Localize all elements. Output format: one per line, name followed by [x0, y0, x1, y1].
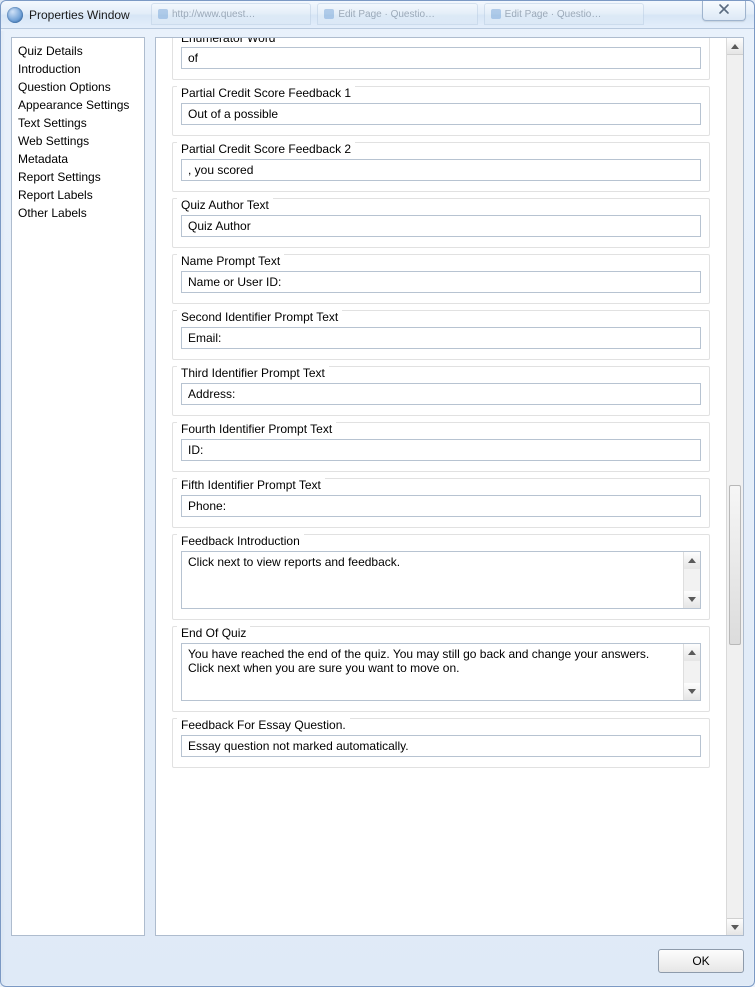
close-button[interactable] — [702, 1, 746, 21]
partial-credit-1-input[interactable] — [181, 103, 701, 125]
sidebar-item-appearance-settings[interactable]: Appearance Settings — [12, 96, 144, 114]
field-enumerator-word: Enumerator Word — [172, 38, 710, 80]
form-scroll-area: Enumerator Word Partial Credit Score Fee… — [156, 38, 726, 935]
main-panel: Enumerator Word Partial Credit Score Fee… — [155, 37, 744, 936]
scroll-up-button[interactable] — [727, 38, 743, 55]
field-label: Enumerator Word — [177, 38, 279, 45]
field-end-of-quiz: End Of Quiz — [172, 626, 710, 712]
scroll-down-button[interactable] — [727, 918, 743, 935]
sidebar-item-question-options[interactable]: Question Options — [12, 78, 144, 96]
sidebar-item-text-settings[interactable]: Text Settings — [12, 114, 144, 132]
titlebar: Properties Window http://www.quest… Edit… — [1, 1, 754, 29]
field-label: Name Prompt Text — [177, 254, 284, 268]
field-quiz-author: Quiz Author Text — [172, 198, 710, 248]
sidebar-item-report-settings[interactable]: Report Settings — [12, 168, 144, 186]
scrollbar-thumb[interactable] — [729, 485, 741, 645]
textarea-scrollbar[interactable] — [683, 644, 700, 700]
field-label: Partial Credit Score Feedback 2 — [177, 142, 355, 156]
fifth-identifier-input[interactable] — [181, 495, 701, 517]
field-label: Fifth Identifier Prompt Text — [177, 478, 325, 492]
field-third-identifier: Third Identifier Prompt Text — [172, 366, 710, 416]
scrollbar-track[interactable] — [727, 55, 743, 918]
enumerator-word-input[interactable] — [181, 47, 701, 69]
sidebar-item-report-labels[interactable]: Report Labels — [12, 186, 144, 204]
field-label: Partial Credit Score Feedback 1 — [177, 86, 355, 100]
properties-window: Properties Window http://www.quest… Edit… — [0, 0, 755, 987]
feedback-introduction-input[interactable] — [182, 552, 683, 608]
textarea-scrollbar[interactable] — [683, 552, 700, 608]
field-name-prompt: Name Prompt Text — [172, 254, 710, 304]
sidebar-item-quiz-details[interactable]: Quiz Details — [12, 42, 144, 60]
scroll-up-icon[interactable] — [684, 644, 700, 661]
sidebar-item-label: Report Labels — [18, 188, 93, 202]
sidebar-item-label: Web Settings — [18, 134, 89, 148]
client-area: Quiz Details Introduction Question Optio… — [11, 37, 744, 936]
field-label: Third Identifier Prompt Text — [177, 366, 329, 380]
sidebar-item-label: Quiz Details — [18, 44, 83, 58]
field-feedback-introduction: Feedback Introduction — [172, 534, 710, 620]
field-label: Feedback For Essay Question. — [177, 718, 350, 732]
close-icon — [718, 3, 730, 18]
app-icon — [7, 7, 23, 23]
field-label: Feedback Introduction — [177, 534, 304, 548]
field-partial-credit-1: Partial Credit Score Feedback 1 — [172, 86, 710, 136]
field-label: End Of Quiz — [177, 626, 250, 640]
sidebar-item-label: Introduction — [18, 62, 81, 76]
dialog-footer: OK — [11, 946, 744, 976]
field-partial-credit-2: Partial Credit Score Feedback 2 — [172, 142, 710, 192]
fourth-identifier-input[interactable] — [181, 439, 701, 461]
sidebar-item-label: Text Settings — [18, 116, 87, 130]
sidebar-item-web-settings[interactable]: Web Settings — [12, 132, 144, 150]
sidebar-item-metadata[interactable]: Metadata — [12, 150, 144, 168]
sidebar-item-label: Question Options — [18, 80, 111, 94]
chevron-down-icon — [731, 925, 739, 930]
sidebar-item-label: Appearance Settings — [18, 98, 129, 112]
window-title: Properties Window — [29, 8, 130, 22]
sidebar-item-label: Other Labels — [18, 206, 87, 220]
second-identifier-input[interactable] — [181, 327, 701, 349]
background-tabs: http://www.quest… Edit Page · Questio… E… — [151, 3, 644, 25]
sidebar: Quiz Details Introduction Question Optio… — [11, 37, 145, 936]
field-fifth-identifier: Fifth Identifier Prompt Text — [172, 478, 710, 528]
scroll-down-icon[interactable] — [684, 683, 700, 700]
sidebar-item-other-labels[interactable]: Other Labels — [12, 204, 144, 222]
field-essay-feedback: Feedback For Essay Question. — [172, 718, 710, 768]
sidebar-item-introduction[interactable]: Introduction — [12, 60, 144, 78]
field-label: Second Identifier Prompt Text — [177, 310, 342, 324]
field-label: Fourth Identifier Prompt Text — [177, 422, 336, 436]
scroll-up-icon[interactable] — [684, 552, 700, 569]
name-prompt-input[interactable] — [181, 271, 701, 293]
quiz-author-input[interactable] — [181, 215, 701, 237]
sidebar-item-label: Report Settings — [18, 170, 101, 184]
end-of-quiz-input[interactable] — [182, 644, 683, 700]
ok-button[interactable]: OK — [658, 949, 744, 973]
sidebar-item-label: Metadata — [18, 152, 68, 166]
field-second-identifier: Second Identifier Prompt Text — [172, 310, 710, 360]
third-identifier-input[interactable] — [181, 383, 701, 405]
chevron-up-icon — [731, 44, 739, 49]
essay-feedback-input[interactable] — [181, 735, 701, 757]
field-fourth-identifier: Fourth Identifier Prompt Text — [172, 422, 710, 472]
scroll-down-icon[interactable] — [684, 591, 700, 608]
field-label: Quiz Author Text — [177, 198, 273, 212]
partial-credit-2-input[interactable] — [181, 159, 701, 181]
main-scrollbar[interactable] — [726, 38, 743, 935]
